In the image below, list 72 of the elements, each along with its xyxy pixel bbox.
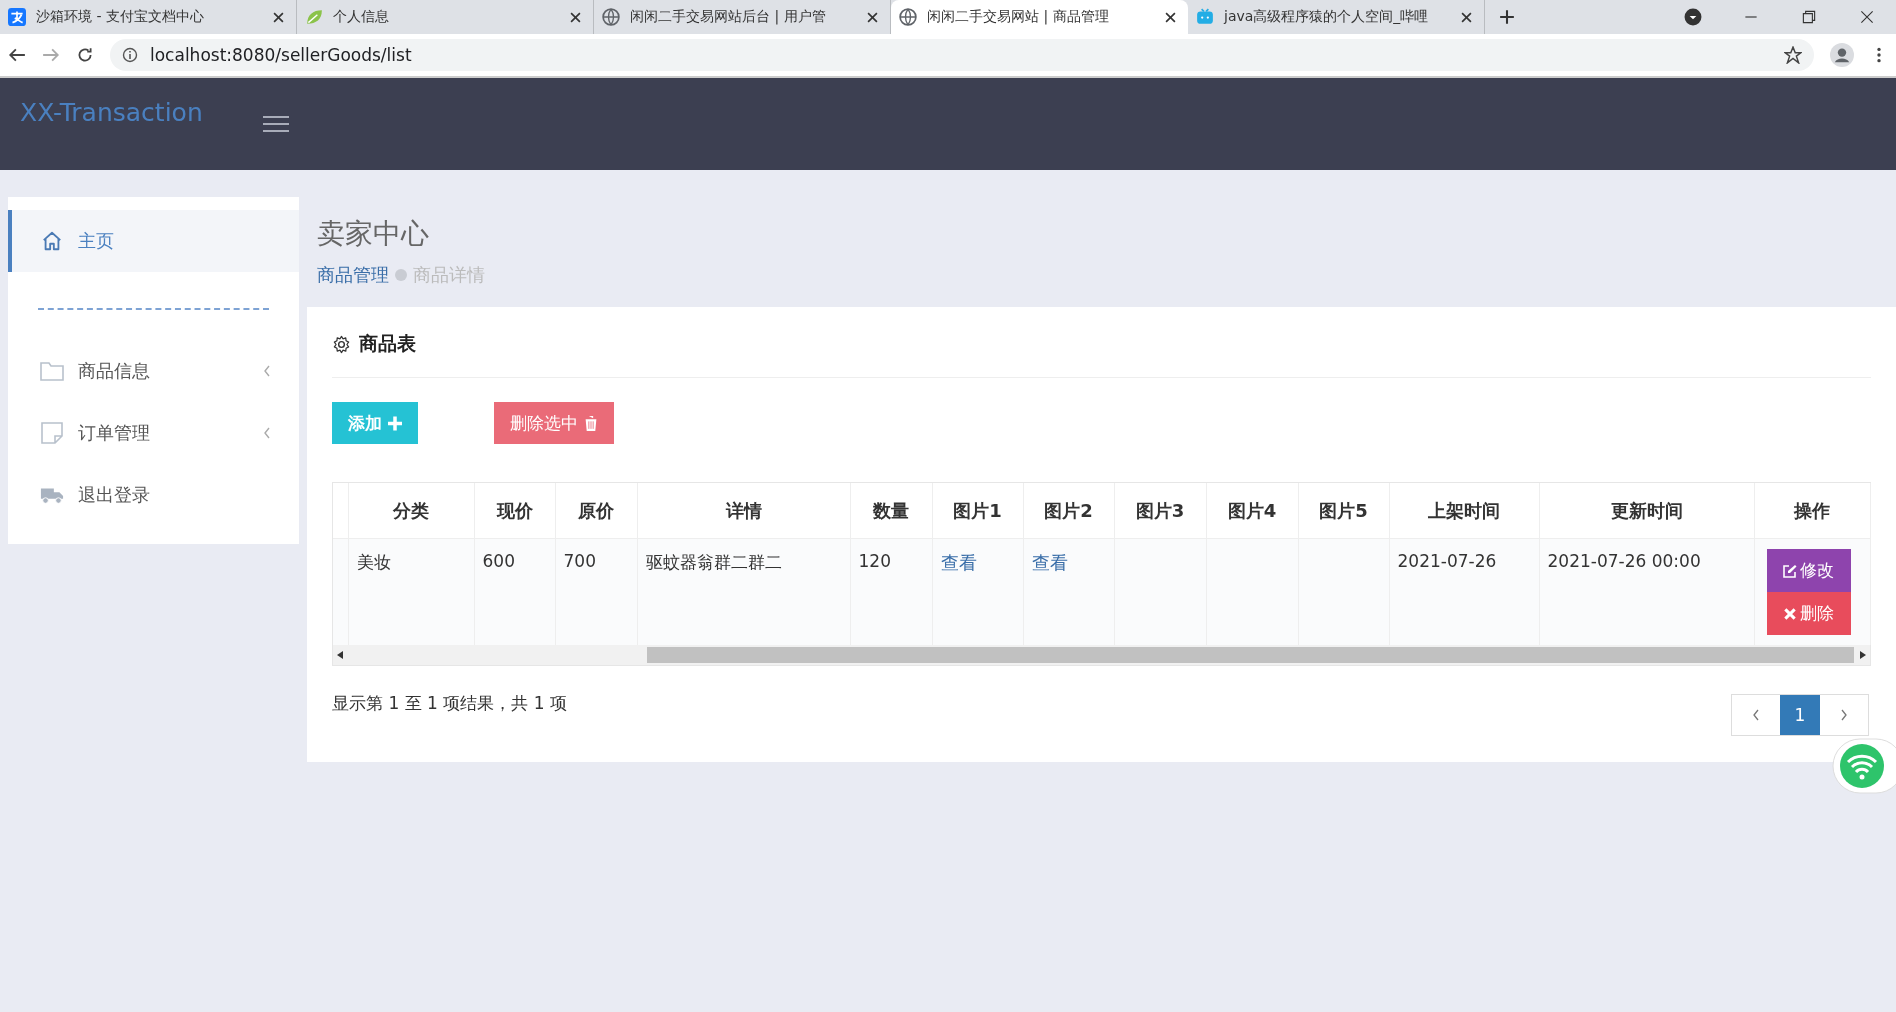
address-field[interactable]: localhost:8080/sellerGoods/list — [110, 39, 1814, 71]
back-icon[interactable] — [8, 46, 26, 64]
breadcrumb-link[interactable]: 商品管理 — [317, 263, 389, 287]
leaf-icon — [305, 8, 323, 26]
chevron-icon — [263, 365, 271, 377]
table-cell: 600 — [474, 538, 555, 645]
page-button[interactable]: 1 — [1780, 694, 1820, 735]
column-header: 数量 — [850, 483, 932, 539]
scroll-left-icon[interactable] — [337, 650, 343, 659]
page-title: 卖家中心 — [317, 216, 430, 252]
tv-icon — [1196, 8, 1214, 26]
column-header: 操作 — [1754, 483, 1870, 539]
table-cell: 2021-07-26 00:00 — [1539, 538, 1754, 645]
close-icon[interactable] — [1858, 8, 1876, 26]
browser-tab[interactable]: 闲闲二手交易网站 | 商品管理 — [891, 0, 1188, 34]
close-icon — [1783, 606, 1797, 621]
column-header: 上架时间 — [1389, 483, 1539, 539]
edit-button[interactable]: 修改 — [1766, 549, 1851, 592]
profile-avatar-icon[interactable] — [1830, 43, 1854, 67]
delete-button[interactable]: 删除 — [1766, 592, 1851, 635]
breadcrumb-current: 商品详情 — [413, 263, 485, 287]
menu-icon[interactable] — [263, 116, 289, 132]
close-icon[interactable] — [570, 11, 581, 23]
close-icon[interactable] — [1165, 11, 1176, 23]
close-icon[interactable] — [1461, 11, 1472, 23]
restore-icon[interactable] — [1800, 8, 1818, 26]
globe-icon — [899, 8, 917, 26]
plus-icon — [388, 415, 402, 431]
horizontal-scrollbar[interactable] — [333, 644, 1870, 665]
sidebar-item[interactable]: 主页 — [8, 210, 299, 272]
column-header: 更新时间 — [1539, 483, 1754, 539]
chevron-icon — [263, 427, 271, 439]
close-icon[interactable] — [867, 11, 878, 23]
sidebar-item[interactable]: 订单管理 — [8, 402, 299, 464]
column-header: 图片3 — [1114, 483, 1206, 539]
profile-dropdown-icon[interactable] — [1684, 8, 1702, 26]
dot-icon — [395, 269, 407, 281]
column-header: 图片1 — [932, 483, 1023, 539]
info-icon — [122, 47, 138, 63]
sidebar-item[interactable]: 商品信息 — [8, 340, 299, 402]
alipay-logo-icon — [8, 8, 26, 26]
table-cell: 驱蚊器翁群二群二 — [637, 538, 850, 645]
column-header: 现价 — [474, 483, 555, 539]
reload-icon[interactable] — [76, 46, 94, 64]
scroll-right-icon[interactable] — [1860, 650, 1866, 659]
new-tab-icon[interactable] — [1499, 9, 1515, 25]
card-title: 商品表 — [359, 331, 416, 356]
table-cell: 美妆 — [348, 538, 474, 645]
settings-icon — [332, 334, 351, 354]
bookmark-star-icon[interactable] — [1784, 46, 1802, 64]
note-icon — [40, 422, 64, 444]
folder-icon — [40, 360, 64, 382]
trash-icon — [584, 415, 598, 431]
table-cell: 2021-07-26 — [1389, 538, 1539, 645]
table-cell: 120 — [850, 538, 932, 645]
delete-selected-button[interactable]: 删除选中 — [494, 402, 614, 444]
view-link[interactable]: 查看 — [940, 552, 977, 573]
column-header: 图片5 — [1298, 483, 1389, 539]
home-icon — [40, 230, 64, 252]
column-header: 分类 — [348, 483, 474, 539]
edit-icon — [1783, 563, 1797, 578]
table-cell: 700 — [555, 538, 637, 645]
scrollbar-thumb[interactable] — [647, 646, 1854, 663]
column-header: 原价 — [555, 483, 637, 539]
column-header: 图片4 — [1206, 483, 1298, 539]
view-link[interactable]: 查看 — [1031, 552, 1068, 573]
results-summary: 显示第 1 至 1 项结果，共 1 项 — [332, 691, 567, 715]
column-header: 图片2 — [1023, 483, 1114, 539]
globe-icon — [602, 8, 620, 26]
sidebar-item[interactable]: 退出登录 — [8, 464, 299, 526]
column-header: 详情 — [637, 483, 850, 539]
close-icon[interactable] — [273, 11, 284, 23]
